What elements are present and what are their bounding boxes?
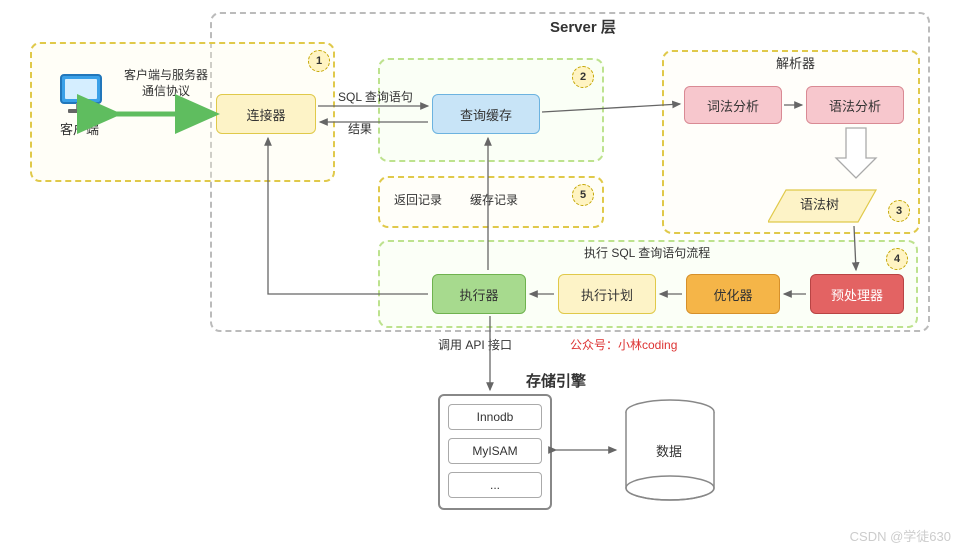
sql-query-label: SQL 查询语句 (338, 90, 413, 106)
diagram-canvas: Server 层 1 客户端 客户端与服务器 通信协议 连接器 2 查询缓存 解… (0, 0, 963, 553)
badge-3: 3 (888, 200, 910, 222)
preprocessor-box: 预处理器 (810, 274, 904, 314)
data-label: 数据 (656, 444, 682, 461)
monitor-icon (56, 72, 106, 116)
query-cache-box: 查询缓存 (432, 94, 540, 134)
parser-title: 解析器 (776, 56, 815, 73)
optimizer-box: 优化器 (686, 274, 780, 314)
client-label: 客户端 (60, 122, 99, 139)
credit-label: 公众号：小林coding (570, 338, 677, 354)
engine-title: 存储引擎 (526, 372, 586, 392)
protocol-label: 客户端与服务器 通信协议 (116, 68, 216, 99)
syntax-box: 语法分析 (806, 86, 904, 124)
result-label: 结果 (348, 122, 372, 138)
executor-box: 执行器 (432, 274, 526, 314)
lexical-box: 词法分析 (684, 86, 782, 124)
engine-myisam: MyISAM (448, 438, 542, 464)
exec-flow-title: 执行 SQL 查询语句流程 (584, 246, 710, 262)
badge-5: 5 (572, 184, 594, 206)
badge-2: 2 (572, 66, 594, 88)
watermark: CSDN @学徒630 (850, 526, 951, 545)
exec-plan-box: 执行计划 (558, 274, 656, 314)
syntax-tree-label: 语法树 (800, 197, 839, 214)
engine-more: ... (448, 472, 542, 498)
badge-4: 4 (886, 248, 908, 270)
connector-box: 连接器 (216, 94, 316, 134)
api-call-label: 调用 API 接口 (438, 338, 512, 354)
cache-record-label: 缓存记录 (470, 193, 518, 209)
badge-1: 1 (308, 50, 330, 72)
engine-innodb: Innodb (448, 404, 542, 430)
server-layer-title: Server 层 (550, 18, 616, 38)
return-record-label: 返回记录 (394, 193, 442, 209)
